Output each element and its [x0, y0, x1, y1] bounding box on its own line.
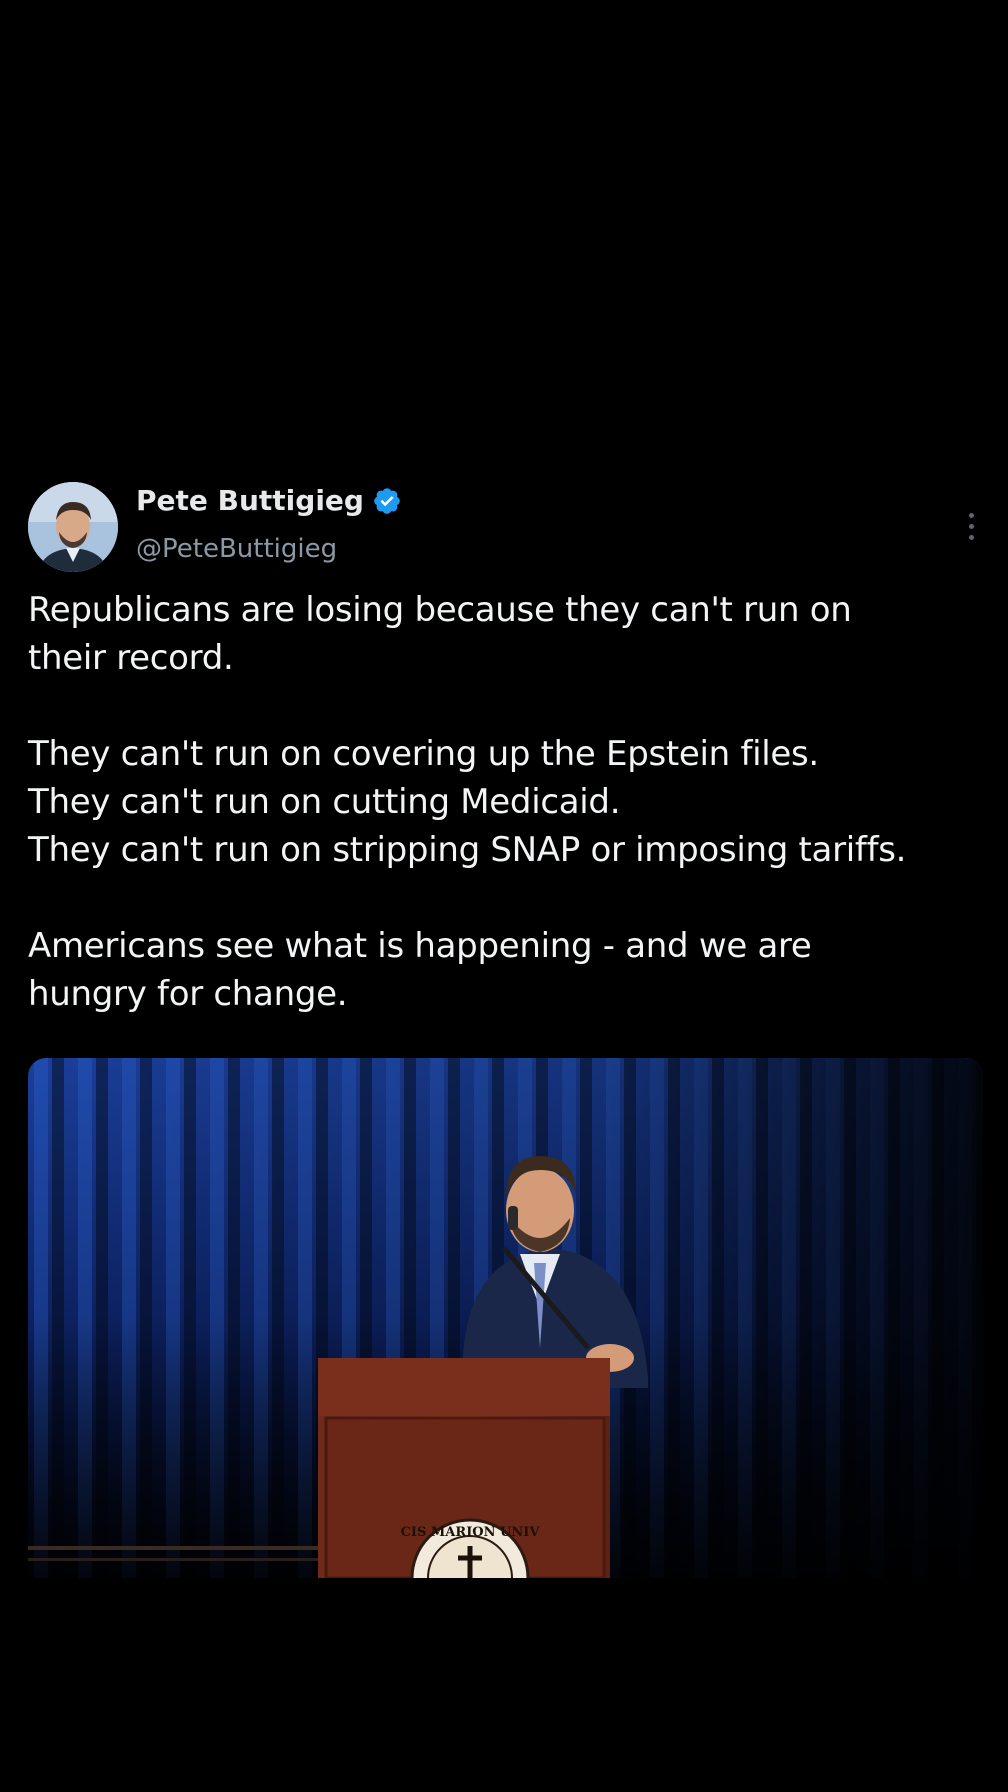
- tweet-text-line: hungry for change.: [28, 974, 348, 1014]
- tweet-body: Republicans are losing because they can'…: [28, 586, 983, 1018]
- handle[interactable]: @PeteButtigieg: [136, 534, 337, 564]
- tweet-text-line: their record.: [28, 638, 234, 678]
- speaker-photo: CIS MARION UNIV: [28, 1058, 983, 1578]
- avatar-image: [28, 482, 118, 572]
- more-dot: [968, 523, 974, 529]
- tweet-text-line: They can't run on stripping SNAP or impo…: [28, 830, 907, 870]
- tweet-header: Pete Buttigieg @PeteButtigieg: [28, 478, 983, 574]
- more-dot: [968, 512, 974, 518]
- avatar[interactable]: [28, 482, 118, 572]
- display-name[interactable]: Pete Buttigieg: [136, 484, 364, 517]
- tweet-text-line: Republicans are losing because they can'…: [28, 590, 852, 630]
- name-row: Pete Buttigieg: [136, 484, 402, 517]
- tweet-text-line: They can't run on cutting Medicaid.: [28, 782, 621, 822]
- verified-badge-icon: [372, 486, 402, 516]
- more-dot: [968, 534, 974, 540]
- tweet-text-line: They can't run on covering up the Epstei…: [28, 734, 819, 774]
- podium-seal-text: CIS MARION UNIV: [401, 1525, 541, 1540]
- tweet-card[interactable]: Pete Buttigieg @PeteButtigieg Republican…: [28, 478, 983, 1578]
- tweet-text-line: Americans see what is happening - and we…: [28, 926, 812, 966]
- tweet-media-photo[interactable]: CIS MARION UNIV: [28, 1058, 983, 1578]
- more-vertical-icon[interactable]: [959, 506, 983, 546]
